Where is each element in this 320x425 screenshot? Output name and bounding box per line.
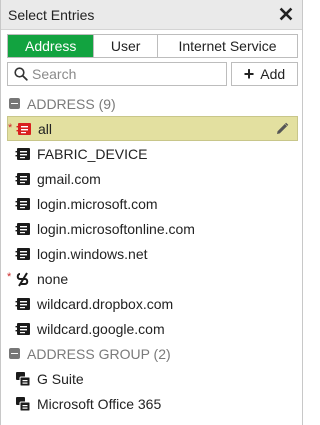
- entry-row[interactable]: login.microsoft.com: [7, 191, 298, 216]
- address-group-icon: [16, 371, 31, 386]
- collapse-icon[interactable]: [9, 348, 20, 359]
- entry-row[interactable]: Microsoft Office 365: [7, 391, 298, 416]
- panel-header: Select Entries: [1, 0, 302, 30]
- address-subnet-icon: [16, 122, 31, 135]
- entry-label: login.microsoft.com: [37, 195, 158, 212]
- entry-row[interactable]: G Suite: [7, 366, 298, 391]
- entry-label: FABRIC_DEVICE: [37, 145, 148, 162]
- entry-row[interactable]: login.windows.net: [7, 241, 298, 266]
- group-header[interactable]: ADDRESS (9): [7, 91, 298, 116]
- none-address-icon: [16, 271, 29, 287]
- entry-row[interactable]: wildcard.dropbox.com: [7, 291, 298, 316]
- entry-label: Microsoft Office 365: [37, 395, 162, 412]
- tab-user[interactable]: User: [93, 35, 157, 57]
- address-icon: [15, 322, 30, 335]
- address-group-icon: [16, 396, 31, 411]
- add-button[interactable]: + Add: [231, 62, 298, 86]
- entry-row[interactable]: gmail.com: [7, 166, 298, 191]
- search-input[interactable]: [32, 66, 222, 82]
- entry-row[interactable]: * all: [7, 116, 298, 141]
- entry-label: gmail.com: [37, 170, 101, 187]
- entry-label: wildcard.dropbox.com: [37, 295, 174, 312]
- entry-type-tabs: Address User Internet Service: [7, 34, 298, 58]
- entry-row[interactable]: wildcard.google.com: [7, 316, 298, 341]
- address-icon: [15, 297, 30, 310]
- required-marker: *: [7, 271, 12, 283]
- entry-label: login.windows.net: [37, 245, 148, 262]
- entry-label: wildcard.google.com: [37, 320, 165, 337]
- address-icon: [15, 147, 30, 160]
- entry-label: none: [37, 270, 69, 287]
- entry-label: G Suite: [37, 370, 84, 387]
- search-box: [7, 62, 227, 86]
- add-button-label: Add: [260, 66, 286, 82]
- search-icon: [14, 67, 28, 81]
- panel-title: Select Entries: [8, 6, 95, 23]
- address-icon: [15, 247, 30, 260]
- entry-row[interactable]: login.microsoftonline.com: [7, 216, 298, 241]
- entry-row[interactable]: * none: [7, 266, 298, 291]
- plus-icon: +: [243, 64, 255, 84]
- group-label: ADDRESS (9): [27, 95, 116, 112]
- entry-list: ADDRESS (9) * all FABRIC_DEVICE gmail.com log…: [7, 91, 298, 416]
- address-icon: [15, 197, 30, 210]
- pencil-icon[interactable]: [275, 122, 289, 136]
- address-icon: [15, 172, 30, 185]
- group-header[interactable]: ADDRESS GROUP (2): [7, 341, 298, 366]
- collapse-icon[interactable]: [9, 98, 20, 109]
- select-entries-panel: Select Entries Address User Internet Ser…: [0, 0, 303, 425]
- address-icon: [15, 222, 30, 235]
- required-marker: *: [8, 122, 13, 134]
- tab-address[interactable]: Address: [8, 35, 94, 57]
- entry-row[interactable]: FABRIC_DEVICE: [7, 141, 298, 166]
- group-label: ADDRESS GROUP (2): [27, 345, 171, 362]
- entry-label: login.microsoftonline.com: [37, 220, 195, 237]
- entry-label: all: [38, 120, 53, 137]
- tab-internet-service[interactable]: Internet Service: [156, 35, 297, 57]
- close-icon[interactable]: [278, 6, 294, 22]
